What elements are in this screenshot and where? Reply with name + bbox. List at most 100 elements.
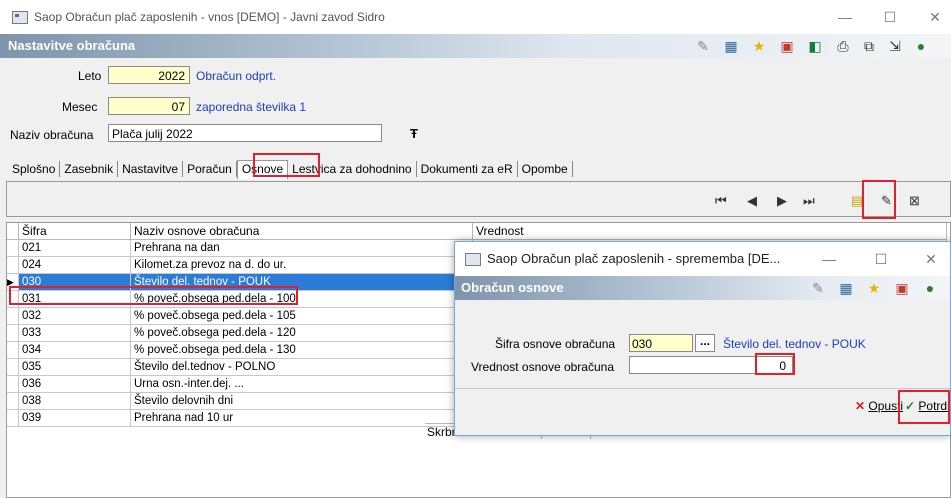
cell-sifra: 035	[19, 359, 131, 376]
potrdi-button[interactable]: ✓ Potrdi	[905, 397, 950, 415]
cell-sifra: 033	[19, 325, 131, 342]
cell-naziv: Urna osn.-inter.dej. ...	[131, 376, 473, 393]
cell-naziv: Prehrana na dan	[131, 240, 473, 257]
minimize-button[interactable]: —	[831, 6, 859, 28]
row-indicator	[7, 325, 19, 342]
cell-naziv: % poveč.obsega ped.dela - 100	[131, 291, 473, 308]
potrdi-label: Potrdi	[918, 399, 950, 413]
sifra-osnove-description: Število del. tednov - POUK	[723, 337, 866, 351]
window-titlebar: Saop Obračun plač zaposlenih - vnos [DEM…	[0, 0, 951, 34]
cell-sifra: 038	[19, 393, 131, 410]
mesec-status: zaporedna številka 1	[196, 100, 307, 114]
tab-poracun[interactable]: Poračun	[183, 161, 237, 177]
dialog-table-icon[interactable]: ▦	[837, 279, 855, 297]
edit-record-icon[interactable]: ✎	[881, 193, 892, 209]
row-indicator	[7, 393, 19, 410]
next-record-icon[interactable]: ▶	[777, 193, 787, 209]
leto-status: Obračun odprt.	[196, 69, 277, 83]
edit-icon[interactable]: ✎	[694, 37, 712, 55]
window-title: Saop Obračun plač zaposlenih - vnos [DEM…	[34, 10, 385, 24]
cell-naziv: Število del. tednov - POUK	[131, 274, 473, 291]
cell-naziv: Prehrana nad 10 ur	[131, 410, 473, 427]
cell-naziv: Število del.tednov - POLNO	[131, 359, 473, 376]
maximize-button[interactable]: ☐	[876, 6, 904, 28]
tab-dokumenti[interactable]: Dokumenti za eR	[417, 161, 518, 177]
document-delete-icon[interactable]: ▣	[778, 37, 796, 55]
column-header-vrednost[interactable]: Vrednost	[473, 223, 947, 240]
cell-sifra: 030	[19, 274, 131, 291]
naziv-field[interactable]: Plača julij 2022	[108, 124, 382, 142]
leto-field[interactable]: 2022	[108, 66, 190, 84]
last-record-icon[interactable]: ⏭	[803, 193, 815, 209]
cell-sifra: 032	[19, 308, 131, 325]
mesec-label: Mesec	[62, 100, 98, 114]
column-header-naziv[interactable]: Naziv osnove obračuna	[131, 223, 473, 240]
opusti-label: Opusti	[868, 399, 904, 413]
cell-naziv: % poveč.obsega ped.dela - 105	[131, 308, 473, 325]
check-icon: ✓	[905, 399, 916, 413]
cell-naziv: Število delovnih dni	[131, 393, 473, 410]
dialog-favorite-star-icon[interactable]: ★	[865, 279, 883, 297]
naziv-label: Naziv obračuna	[10, 128, 94, 142]
tab-bar: Splošno Zasebnik Nastavitve Poračun Osnove Le…	[8, 160, 573, 180]
font-icon[interactable]: Ŧ	[410, 126, 418, 141]
tab-nastavitve[interactable]: Nastavitve	[118, 161, 184, 177]
copy-icon[interactable]: ⧉	[860, 37, 878, 55]
vrednost-osnove-field[interactable]: 0	[629, 356, 793, 374]
dialog-title: Saop Obračun plač zaposlenih - sprememba…	[487, 251, 781, 266]
export-icon[interactable]: ⇲	[886, 37, 904, 55]
tab-osnove[interactable]: Osnove	[236, 160, 289, 179]
grid-corner	[7, 223, 19, 240]
dialog-app-icon	[465, 253, 481, 266]
dialog-header-title: Obračun osnove	[461, 280, 564, 295]
dialog-maximize-button[interactable]: ☐	[867, 248, 895, 270]
dialog-close-button[interactable]: ✕	[917, 248, 945, 270]
dialog-edit-icon[interactable]: ✎	[809, 279, 827, 297]
row-indicator	[7, 376, 19, 393]
close-button[interactable]: ✕	[920, 6, 950, 28]
cell-naziv: % poveč.obsega ped.dela - 130	[131, 342, 473, 359]
dialog-divider	[455, 388, 950, 389]
opusti-button[interactable]: ✕ Opusti	[855, 397, 903, 415]
dialog-minimize-button[interactable]: —	[815, 248, 843, 270]
tab-splosno[interactable]: Splošno	[8, 161, 61, 177]
dialog-header: Obračun osnove ✎ ▦ ★ ▣ ●	[455, 276, 950, 300]
dialog-exit-icon[interactable]: ●	[921, 279, 939, 297]
app-icon	[12, 11, 28, 24]
row-indicator	[7, 240, 19, 257]
tab-opombe[interactable]: Opombe	[518, 161, 573, 177]
row-indicator	[7, 257, 19, 274]
section-header-title: Nastavitve obračuna	[8, 38, 136, 53]
section-header: Nastavitve obračuna ✎ ▦ ★ ▣ ◧ ⎙ ⧉ ⇲ ●	[0, 34, 951, 58]
row-indicator	[7, 410, 19, 427]
row-indicator	[7, 342, 19, 359]
delete-record-icon[interactable]: ⊠	[909, 193, 920, 209]
browse-button[interactable]: ...	[695, 334, 715, 352]
edit-dialog: Saop Obračun plač zaposlenih - sprememba…	[454, 241, 951, 436]
cell-naziv: Kilomet.za prevoz na d. do ur.	[131, 257, 473, 274]
tab-zasebnik[interactable]: Zasebnik	[60, 161, 119, 177]
new-record-icon[interactable]: ▤	[851, 193, 863, 209]
exit-icon[interactable]: ●	[912, 37, 930, 55]
print-icon[interactable]: ⎙	[834, 37, 852, 55]
tab-lestvica[interactable]: Lestvica za dohodnino	[288, 161, 417, 177]
sifra-osnove-field[interactable]: 030	[629, 334, 693, 352]
mesec-field[interactable]: 07	[108, 97, 190, 115]
cell-sifra: 031	[19, 291, 131, 308]
column-header-sifra[interactable]: Šifra	[19, 223, 131, 240]
cell-naziv: % poveč.obsega ped.dela - 120	[131, 325, 473, 342]
cube-icon[interactable]: ◧	[806, 37, 824, 55]
cell-sifra: 034	[19, 342, 131, 359]
table-icon[interactable]: ▦	[722, 37, 740, 55]
leto-label: Leto	[78, 69, 102, 83]
cell-sifra: 024	[19, 257, 131, 274]
row-indicator	[7, 359, 19, 376]
first-record-icon[interactable]: ⏮	[715, 193, 727, 209]
favorite-star-icon[interactable]: ★	[750, 37, 768, 55]
previous-record-icon[interactable]: ◀	[747, 193, 757, 209]
cell-sifra: 021	[19, 240, 131, 257]
dialog-document-delete-icon[interactable]: ▣	[893, 279, 911, 297]
row-indicator	[7, 291, 19, 308]
grid-toolbar: ⏮ ◀ ▶ ⏭ ▤ ✎ ⊠	[6, 181, 951, 217]
sifra-osnove-label: Šifra osnove obračuna	[495, 337, 616, 351]
